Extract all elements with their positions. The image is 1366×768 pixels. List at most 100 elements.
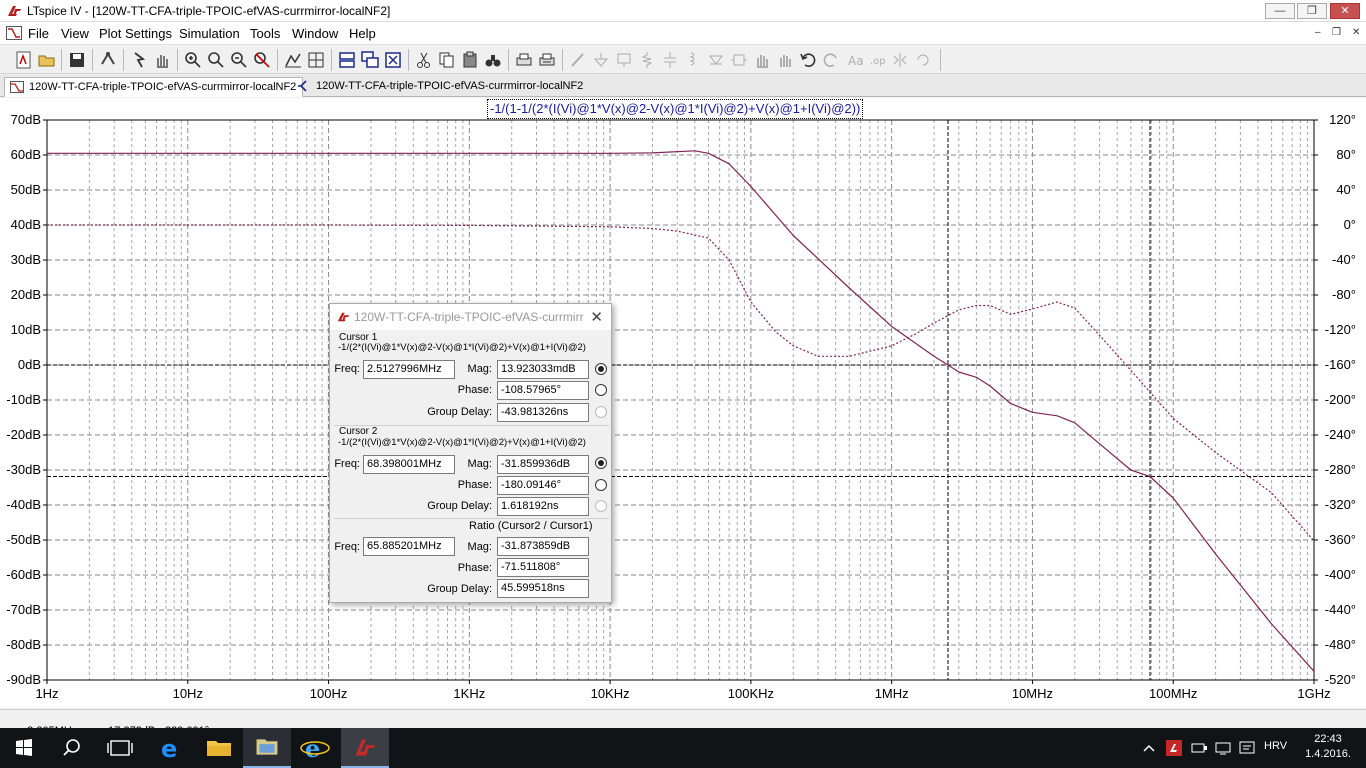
mdi-restore-button[interactable]: ❐ [1332,27,1341,38]
cursor1-group-delay-field[interactable]: -43.981326ns [497,403,589,422]
cursor1-freq-field[interactable]: 2.5127996MHz [363,360,455,379]
action-center-icon[interactable] [1238,740,1256,756]
menu-window[interactable]: Window [292,26,338,41]
search-icon[interactable] [48,728,96,768]
trace-expression-label[interactable]: -1/(1-1/(2*(I(Vi)@1*V(x)@2-V(x)@1*I(Vi)@… [487,99,864,119]
tile-horizontal-icon[interactable] [337,50,357,70]
cursor1-mag-radio[interactable] [595,363,607,375]
draw-wire-icon[interactable] [568,50,588,70]
show-hidden-icons-chevron-icon[interactable] [1141,741,1157,755]
cut-icon[interactable] [414,50,434,70]
cancel-zoom-icon[interactable] [252,50,272,70]
x-tick-label: 1KHz [453,686,485,701]
menu-help[interactable]: Help [349,26,376,41]
y-tick-label-phase: -200° [1325,392,1356,407]
zoom-in-icon[interactable] [183,50,203,70]
usb-device-icon[interactable] [1190,740,1208,756]
drag-icon[interactable] [775,50,795,70]
mdi-minimize-button[interactable]: – [1315,27,1321,38]
copy-icon[interactable] [437,50,457,70]
edge-browser-icon[interactable]: e [147,728,195,768]
start-button[interactable] [0,728,48,768]
diode-icon[interactable] [706,50,726,70]
undo-icon[interactable] [798,50,818,70]
cursor1-phase-radio[interactable] [595,384,607,396]
cursor2-mag-field[interactable]: -31.859936dB [497,455,589,474]
menu-tools[interactable]: Tools [250,26,280,41]
file-explorer-window-icon[interactable] [243,728,291,768]
new-schematic-icon[interactable] [14,50,34,70]
waveform-plot-pane[interactable]: 70dB 60dB 50dB 40dB 30dB 20dB 10dB 0dB -10dB -20d… [0,98,1366,708]
x-tick-label: 10MHz [1012,686,1053,701]
redo-icon[interactable] [821,50,841,70]
text-icon[interactable]: Aa [844,50,864,70]
menu-plot-settings[interactable]: Plot Settings [99,26,172,41]
cursor-dialog[interactable]: 120W-TT-CFA-triple-TPOIC-efVAS-currmirro… [329,303,612,603]
y-tick-label-phase: -280° [1325,462,1356,477]
component-icon[interactable] [729,50,749,70]
ratio-freq-field[interactable]: 65.885201MHz [363,537,455,556]
print-icon[interactable] [514,50,534,70]
toolbar-separator [408,49,409,71]
task-view-icon[interactable] [96,728,144,768]
grid-icon[interactable] [306,50,326,70]
cursor-dialog-titlebar[interactable]: 120W-TT-CFA-triple-TPOIC-efVAS-currmirro… [330,304,611,330]
ltspice-tray-icon[interactable] [1166,740,1182,756]
pan-icon[interactable] [152,50,172,70]
minimize-button[interactable]: — [1265,3,1295,19]
cursor2-group-delay-radio[interactable] [595,500,607,512]
cursor2-group-delay-field[interactable]: 1.618192ns [497,497,589,516]
find-icon[interactable] [483,50,503,70]
zoom-fit-icon[interactable] [206,50,226,70]
taskbar-clock[interactable]: 22:43 1.4.2016. [1300,732,1356,762]
internet-explorer-icon[interactable]: e [291,728,339,768]
tab-waveform[interactable]: 120W-TT-CFA-triple-TPOIC-efVAS-currmirro… [4,77,304,97]
bode-plot[interactable]: 70dB 60dB 50dB 40dB 30dB 20dB 10dB 0dB -10dB -20d… [0,98,1366,708]
capacitor-icon[interactable] [660,50,680,70]
cursor2-freq-field[interactable]: 68.398001MHz [363,455,455,474]
cursor1-group-delay-radio[interactable] [595,406,607,418]
network-icon[interactable] [1214,740,1232,756]
autorange-icon[interactable] [283,50,303,70]
cursor1-phase-field[interactable]: -108.57965° [497,381,589,400]
cascade-icon[interactable] [360,50,380,70]
ltspice-taskbar-icon[interactable] [341,728,389,768]
mirror-icon[interactable] [890,50,910,70]
close-button[interactable]: ✕ [1330,3,1360,19]
magnitude-trace [47,150,1315,672]
move-icon[interactable] [752,50,772,70]
cursor2-phase-radio[interactable] [595,479,607,491]
cursor2-mag-radio[interactable] [595,457,607,469]
waveform-doc-icon[interactable] [6,26,22,40]
tab-schematic[interactable]: 120W-TT-CFA-triple-TPOIC-efVAS-currmirro… [292,77,589,97]
control-panel-icon[interactable] [98,50,118,70]
ground-icon[interactable] [591,50,611,70]
ratio-phase-field[interactable]: -71.511808° [497,558,589,577]
paste-icon[interactable] [460,50,480,70]
save-icon[interactable] [67,50,87,70]
menu-view[interactable]: View [61,26,89,41]
open-icon[interactable] [37,50,57,70]
spice-directive-icon[interactable]: .op [867,50,887,70]
resistor-icon[interactable] [637,50,657,70]
inductor-icon[interactable] [683,50,703,70]
y-tick-label-phase: -480° [1325,637,1356,652]
menu-file[interactable]: File [28,26,49,41]
y-tick-label-db: -60dB [6,567,41,582]
rotate-icon[interactable] [913,50,933,70]
print-preview-icon[interactable] [537,50,557,70]
language-indicator[interactable]: HRV [1264,740,1287,752]
cursor-dialog-close-button[interactable]: ✕ [590,308,603,326]
close-all-icon[interactable] [383,50,403,70]
file-explorer-icon[interactable] [195,728,243,768]
cursor1-mag-field[interactable]: 13.923033mdB [497,360,589,379]
zoom-out-icon[interactable] [229,50,249,70]
menu-simulation[interactable]: Simulation [179,26,240,41]
cursor2-phase-field[interactable]: -180.09146° [497,476,589,495]
mdi-close-button[interactable]: ✕ [1352,27,1360,38]
restore-button[interactable]: ❐ [1297,3,1327,19]
label-net-icon[interactable] [614,50,634,70]
ratio-mag-field[interactable]: -31.873859dB [497,537,589,556]
run-icon[interactable] [129,50,149,70]
ratio-group-delay-field[interactable]: 45.599518ns [497,579,589,598]
